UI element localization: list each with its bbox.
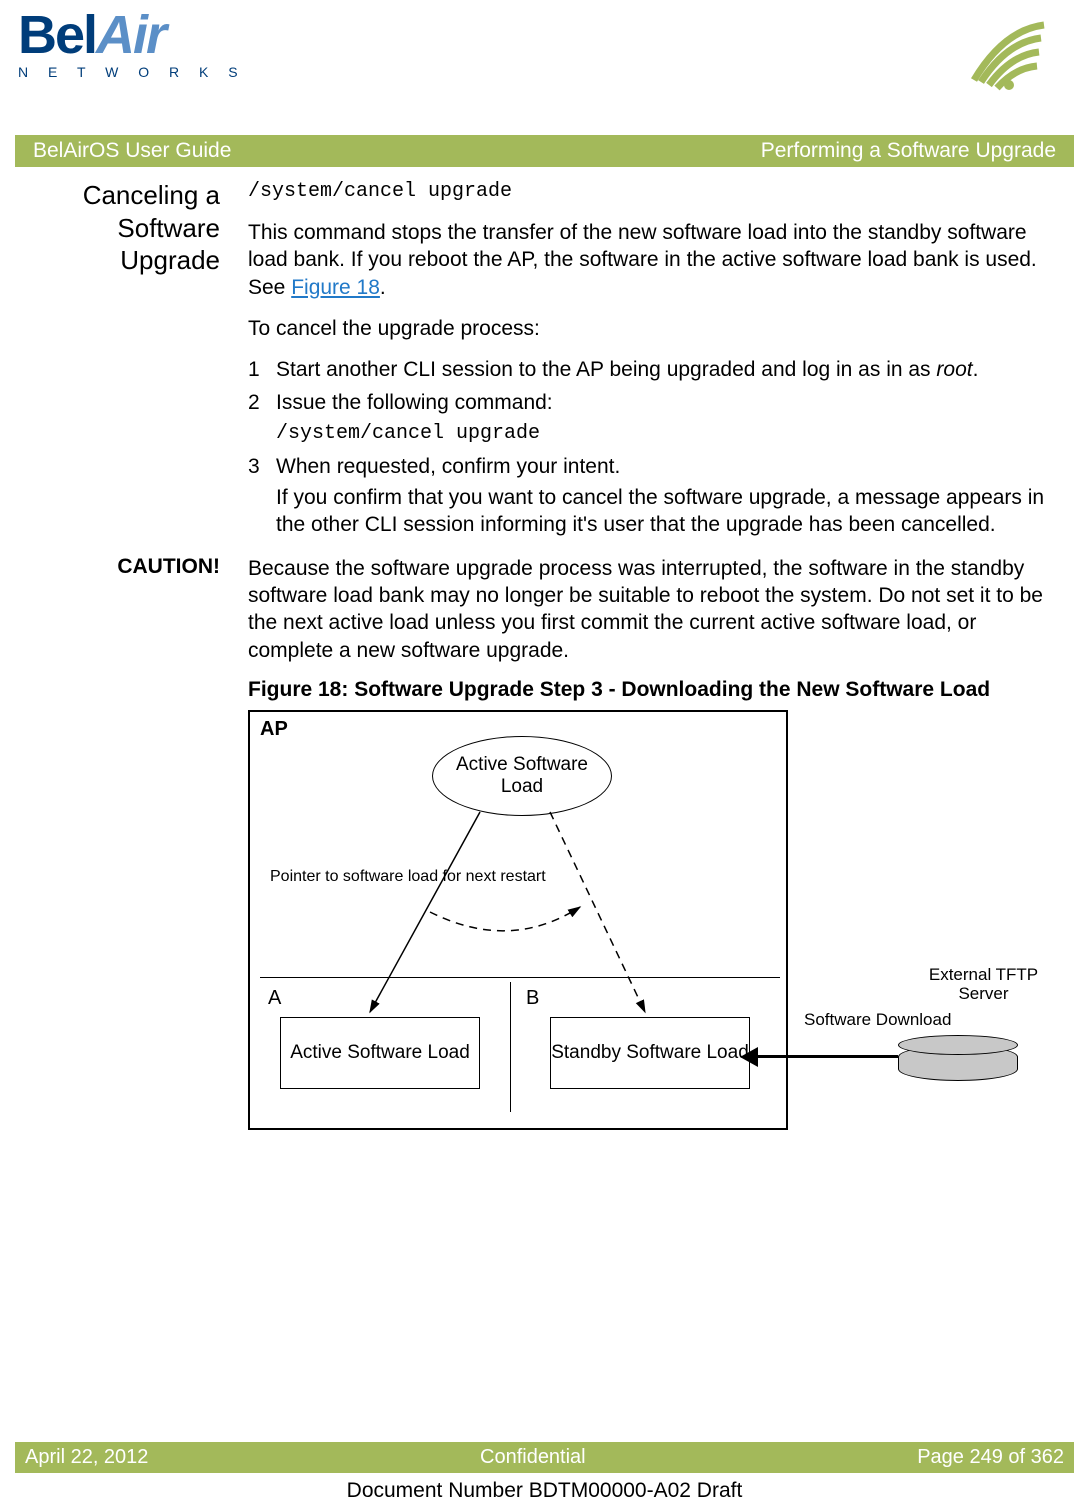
step-sub-paragraph: If you confirm that you want to cancel t… [276,484,1051,539]
chapter-title: Performing a Software Upgrade [761,139,1056,163]
step-number: 3 [248,453,276,539]
wifi-burst-icon [959,10,1049,95]
section-heading-column: Canceling a Software Upgrade [18,179,228,545]
horizontal-divider [260,977,780,978]
pointer-label: Pointer to software load for next restar… [270,867,546,886]
step-number: 1 [248,356,276,383]
download-arrow-line [748,1055,898,1058]
download-arrow-head [740,1047,758,1067]
process-intro: To cancel the upgrade process: [248,315,1051,342]
bank-b-label: B [526,987,539,1010]
step-body: When requested, confirm your intent. If … [276,453,1051,539]
logo-suffix: Air [96,5,165,65]
main-content: Canceling a Software Upgrade /system/can… [0,167,1089,545]
guide-title: BelAirOS User Guide [33,139,231,163]
page-header: BelAir N E T W O R K S [0,0,1089,135]
server-label: External TFTP Server [916,965,1051,1004]
bank-a-label: A [268,987,281,1010]
figure-block: Figure 18: Software Upgrade Step 3 - Dow… [248,678,1051,1140]
document-number: Document Number BDTM00000-A02 Draft [0,1479,1089,1503]
step-body: Start another CLI session to the AP bein… [276,356,1051,383]
caution-text: Because the software upgrade process was… [248,555,1051,664]
step-number: 2 [248,389,276,446]
section-heading: Canceling a Software Upgrade [18,179,220,277]
diagram: AP Active Software Load Pointer to softw… [248,710,1051,1140]
command-text: /system/cancel upgrade [248,179,1051,205]
intro-paragraph: This command stops the transfer of the n… [248,219,1051,301]
footer-date: April 22, 2012 [25,1446,148,1469]
step-2: 2 Issue the following command: /system/c… [248,389,1051,446]
standby-load-box: Standby Software Load [550,1017,750,1089]
intro-text-2: . [380,276,386,299]
caution-block: CAUTION! Because the software upgrade pr… [0,555,1089,664]
steps-list: 1 Start another CLI session to the AP be… [248,356,1051,538]
download-label: Software Download [804,1010,951,1030]
logo-subtext: N E T W O R K S [18,64,246,80]
section-body: /system/cancel upgrade This command stop… [248,179,1051,545]
title-bar: BelAirOS User Guide Performing a Softwar… [15,135,1074,167]
logo: BelAir N E T W O R K S [18,8,246,80]
step-body: Issue the following command: /system/can… [276,389,1051,446]
step-command: /system/cancel upgrade [276,421,1051,447]
logo-prefix: Bel [18,5,96,65]
footer-confidentiality: Confidential [480,1446,586,1469]
footer-page: Page 249 of 362 [917,1446,1064,1469]
figure-caption: Figure 18: Software Upgrade Step 3 - Dow… [248,678,1051,702]
vertical-divider [510,982,511,1112]
footer-bar: April 22, 2012 Confidential Page 249 of … [15,1442,1074,1473]
active-load-oval: Active Software Load [432,736,612,816]
ap-container-box: AP Active Software Load Pointer to softw… [248,710,788,1130]
ap-label: AP [260,718,288,741]
logo-text: BelAir [18,8,246,62]
step-1: 1 Start another CLI session to the AP be… [248,356,1051,383]
tftp-server-icon [898,1035,1018,1083]
step-3: 3 When requested, confirm your intent. I… [248,453,1051,539]
figure-link[interactable]: Figure 18 [291,276,380,299]
active-load-box: Active Software Load [280,1017,480,1089]
caution-label: CAUTION! [18,555,228,664]
